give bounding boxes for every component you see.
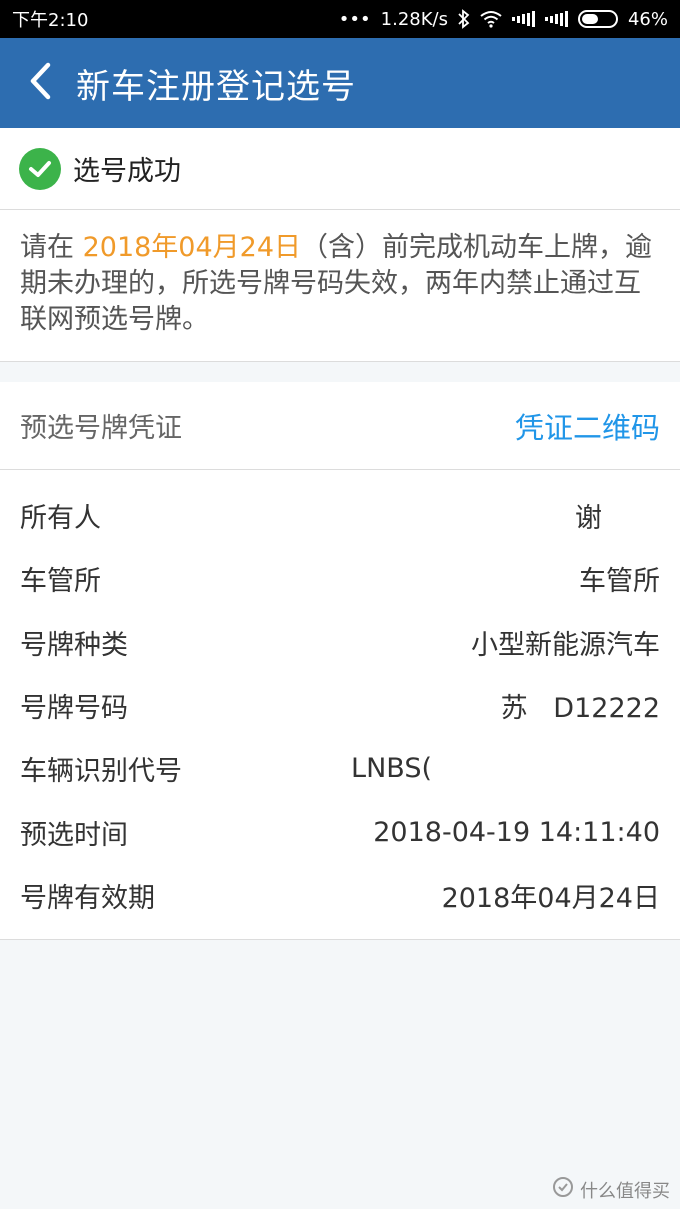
info-value: 苏 D12222 bbox=[500, 693, 660, 725]
wifi-icon bbox=[480, 10, 502, 28]
info-row-validity: 号牌有效期 2018年04月24日 bbox=[0, 864, 680, 927]
success-banner: 选号成功 bbox=[0, 128, 680, 210]
notice-text: 请在 2018年04月24日（含）前完成机动车上牌，逾期未办理的，所选号牌号码失… bbox=[0, 210, 680, 362]
app-bar: 新车注册登记选号 bbox=[0, 38, 680, 128]
watermark-text: 什么值得买 bbox=[580, 1180, 670, 1202]
battery-icon bbox=[577, 10, 618, 28]
info-row-vin: 车辆识别代号 LNBS( bbox=[0, 737, 680, 800]
check-circle-icon bbox=[19, 147, 61, 190]
info-value: 2018年04月24日 bbox=[441, 882, 660, 914]
voucher-header: 预选号牌凭证 凭证二维码 bbox=[0, 382, 680, 470]
network-speed: 1.28K/s bbox=[380, 8, 448, 30]
notice-prefix: 请在 bbox=[20, 232, 83, 263]
deadline-date: 2018年04月24日 bbox=[82, 232, 302, 263]
back-button[interactable] bbox=[10, 38, 70, 128]
info-row-plate-type: 号牌种类 小型新能源汽车 bbox=[0, 611, 680, 674]
success-text: 选号成功 bbox=[73, 156, 181, 187]
info-label: 号牌号码 bbox=[20, 693, 128, 725]
info-value: LNBS( bbox=[351, 753, 432, 785]
status-bar: 下午2:10 ••• 1.28K/s 46% bbox=[0, 0, 680, 38]
info-value: 小型新能源汽车 bbox=[471, 629, 660, 661]
info-row-owner: 所有人 谢 bbox=[0, 484, 680, 547]
more-dots: ••• bbox=[338, 8, 371, 30]
battery-percent: 46% bbox=[627, 8, 668, 30]
signal-icon bbox=[511, 11, 535, 27]
qr-code-link[interactable]: 凭证二维码 bbox=[515, 405, 660, 447]
info-value: 谢 bbox=[575, 503, 602, 535]
chevron-left-icon bbox=[28, 62, 52, 104]
page-title: 新车注册登记选号 bbox=[76, 66, 356, 107]
signal-icon-2 bbox=[544, 11, 568, 27]
info-row-select-time: 预选时间 2018-04-19 14:11:40 bbox=[0, 800, 680, 863]
info-label: 车管所 bbox=[20, 566, 101, 598]
info-label: 预选时间 bbox=[20, 819, 128, 851]
info-row-plate-number: 号牌号码 苏 D12222 bbox=[0, 674, 680, 737]
info-value: 车管所 bbox=[579, 566, 660, 598]
info-row-office: 车管所 车管所 bbox=[0, 547, 680, 610]
info-label: 号牌种类 bbox=[20, 629, 128, 661]
info-label: 号牌有效期 bbox=[20, 882, 155, 914]
info-label: 所有人 bbox=[20, 503, 101, 535]
voucher-title: 预选号牌凭证 bbox=[20, 413, 182, 444]
watermark-logo-icon bbox=[552, 1176, 574, 1203]
info-value: 2018-04-19 14:11:40 bbox=[373, 816, 660, 848]
status-icons: ••• 1.28K/s 46% bbox=[339, 9, 668, 30]
plate-info-list: 所有人 谢 车管所 车管所 号牌种类 小型新能源汽车 号牌号码 苏 D12222… bbox=[0, 470, 680, 940]
status-time: 下午2:10 bbox=[12, 10, 89, 31]
bluetooth-icon bbox=[458, 9, 470, 29]
watermark: 什么值得买 bbox=[552, 1176, 670, 1203]
info-label: 车辆识别代号 bbox=[20, 756, 182, 788]
